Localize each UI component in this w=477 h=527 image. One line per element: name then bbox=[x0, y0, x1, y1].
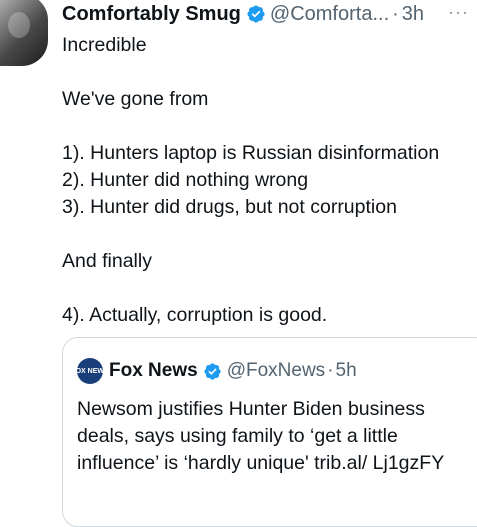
tweet-timestamp[interactable]: 3h bbox=[402, 3, 424, 26]
quoted-author-handle[interactable]: @FoxNews bbox=[227, 360, 325, 382]
tweet-line: 2). Hunter did nothing wrong bbox=[62, 169, 309, 191]
author-name[interactable]: Comfortably Smug bbox=[62, 3, 241, 26]
tweet-line-break bbox=[62, 113, 472, 140]
quoted-author-name[interactable]: Fox News bbox=[109, 360, 198, 382]
tweet-line: 3). Hunter did drugs, but not corruption bbox=[62, 196, 397, 218]
tweet-line: 4). Actually, corruption is good. bbox=[62, 304, 328, 326]
quoted-tweet-timestamp[interactable]: 5h bbox=[336, 360, 357, 382]
quoted-tweet-header: FOX NEWS Fox News @FoxNews · 5h bbox=[71, 358, 357, 384]
tweet-line: Incredible bbox=[62, 34, 147, 56]
author-handle[interactable]: @Comforta... bbox=[270, 3, 389, 26]
tweet-line-break bbox=[62, 59, 472, 86]
tweet-line-break bbox=[62, 221, 472, 248]
quoted-header-separator: · bbox=[327, 360, 334, 381]
verified-badge-icon bbox=[204, 362, 221, 380]
tweet-text: Incredible We've gone from 1). Hunters l… bbox=[62, 32, 472, 329]
author-avatar[interactable] bbox=[0, 0, 48, 66]
quoted-tweet-card[interactable]: FOX NEWS Fox News @FoxNews · 5h Newsom j… bbox=[62, 337, 477, 527]
tweet-header: Comfortably Smug @Comforta... · 3h bbox=[62, 0, 477, 28]
tweet-line: We've gone from bbox=[62, 88, 209, 110]
verified-badge-icon bbox=[247, 5, 265, 23]
fox-news-logo-icon: FOX NEWS bbox=[71, 358, 109, 384]
quoted-tweet-text: Newsom justifies Hunter Biden business d… bbox=[77, 398, 445, 474]
header-separator: · bbox=[392, 2, 399, 25]
tweet-line-break bbox=[62, 275, 472, 302]
tweet-line: And finally bbox=[62, 250, 152, 272]
more-options-icon[interactable]: ··· bbox=[448, 2, 469, 23]
tweet-line: 1). Hunters laptop is Russian disinforma… bbox=[62, 142, 440, 164]
